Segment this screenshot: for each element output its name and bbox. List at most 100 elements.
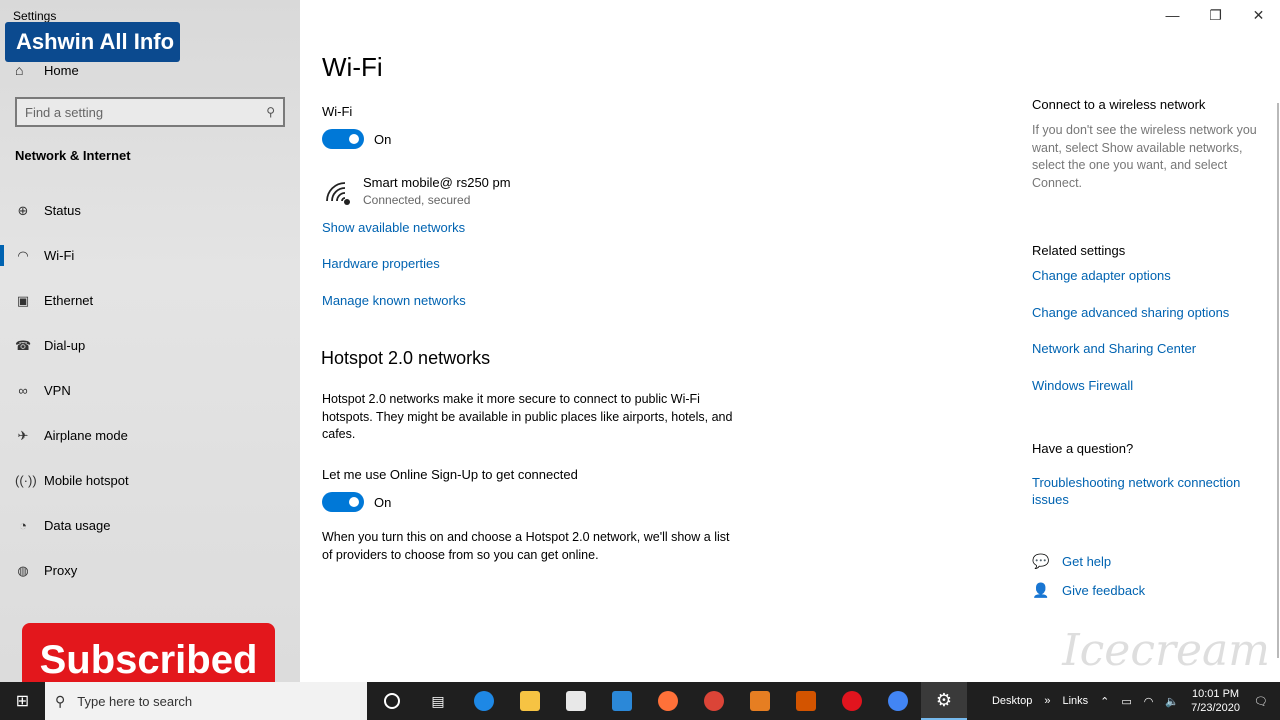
sidebar-item-label: Airplane mode bbox=[44, 428, 128, 443]
sidebar-item-dialup[interactable]: ☎ Dial-up bbox=[0, 323, 300, 368]
ethernet-icon: ▣ bbox=[16, 292, 30, 308]
online-signup-state: On bbox=[374, 495, 392, 510]
globe-icon: ◍ bbox=[17, 562, 29, 578]
sidebar-item-label: Dial-up bbox=[44, 338, 86, 353]
taskbar-apps: ▤ ⚙ bbox=[369, 682, 967, 720]
show-available-networks-link[interactable]: Show available networks bbox=[322, 220, 465, 235]
taskbar: ⊞ ⚲ Type here to search ▤ ⚙ Desktop » Li… bbox=[0, 682, 1280, 720]
search-icon: ⚲ bbox=[266, 105, 275, 119]
home-label: Home bbox=[44, 62, 79, 78]
get-help-link[interactable]: Get help bbox=[1062, 554, 1111, 569]
status-icon: ⊕ bbox=[17, 202, 29, 218]
online-signup-toggle[interactable] bbox=[322, 492, 364, 512]
vpn-icon: ∞ bbox=[18, 383, 28, 398]
search-input[interactable] bbox=[25, 104, 267, 120]
desktop-toolbar[interactable]: Desktop bbox=[992, 695, 1032, 707]
clock-time: 10:01 PM bbox=[1192, 688, 1240, 700]
firefox-icon[interactable] bbox=[645, 682, 691, 720]
sidebar-nav: ⊕ Status ◠ Wi-Fi ▣ Ethernet ☎ Dial-up ∞ … bbox=[0, 188, 300, 593]
close-icon[interactable]: ✕ bbox=[1237, 0, 1280, 30]
dialup-icon: ☎ bbox=[15, 337, 32, 353]
give-feedback-row[interactable]: 👤 Give feedback bbox=[1032, 582, 1145, 599]
app-orange-2-icon[interactable] bbox=[783, 682, 829, 720]
sidebar-item-data-usage[interactable]: ◔ Data usage bbox=[0, 503, 300, 548]
chrome-2-icon[interactable] bbox=[875, 682, 921, 720]
hardware-properties-link[interactable]: Hardware properties bbox=[322, 256, 440, 271]
chat-help-icon: 💬 bbox=[1032, 553, 1050, 569]
online-signup-label: Let me use Online Sign-Up to get connect… bbox=[322, 467, 578, 482]
network-name[interactable]: Smart mobile@ rs250 pm bbox=[363, 175, 511, 190]
taskbar-search-placeholder: Type here to search bbox=[77, 693, 193, 709]
sidebar-item-label: Mobile hotspot bbox=[44, 473, 129, 488]
wifi-settings-page: — ❐ ✕ Wi-Fi Wi-Fi On Smart mobile@ rs250… bbox=[300, 0, 1280, 682]
data-usage-icon: ◔ bbox=[19, 518, 27, 533]
store-icon[interactable] bbox=[553, 682, 599, 720]
section-title: Network & Internet bbox=[15, 148, 131, 163]
network-tray-icon[interactable]: ◠ bbox=[1144, 695, 1154, 708]
clock[interactable]: 10:01 PM 7/23/2020 bbox=[1191, 687, 1240, 715]
chevron-up-icon[interactable]: ⌃ bbox=[1100, 695, 1109, 708]
windows-start-icon[interactable]: ⊞ bbox=[0, 682, 45, 720]
notification-icon[interactable]: 🗨 bbox=[1254, 695, 1268, 708]
feedback-icon: 👤 bbox=[1032, 582, 1050, 598]
mail-icon[interactable] bbox=[599, 682, 645, 720]
sidebar-item-label: Wi-Fi bbox=[44, 248, 75, 263]
edge-icon[interactable] bbox=[461, 682, 507, 720]
sidebar-item-proxy[interactable]: ◍ Proxy bbox=[0, 548, 300, 593]
opera-icon[interactable] bbox=[829, 682, 875, 720]
manage-known-networks-link[interactable]: Manage known networks bbox=[322, 293, 466, 308]
sidebar-item-ethernet[interactable]: ▣ Ethernet bbox=[0, 278, 300, 323]
network-sharing-center-link[interactable]: Network and Sharing Center bbox=[1032, 341, 1196, 356]
system-tray: Desktop » Links ⌃ ▭ ◠ 🔈 10:01 PM 7/23/20… bbox=[992, 682, 1280, 720]
settings-sidebar: Settings Ashwin All Info ⌂ Home ⚲ Networ… bbox=[0, 0, 300, 697]
sidebar-item-wifi[interactable]: ◠ Wi-Fi bbox=[0, 233, 300, 278]
app-title: Settings bbox=[13, 9, 57, 23]
wifi-toggle-label: Wi-Fi bbox=[322, 104, 353, 119]
chrome-icon[interactable] bbox=[691, 682, 737, 720]
change-advanced-sharing-link[interactable]: Change advanced sharing options bbox=[1032, 305, 1229, 320]
restore-icon[interactable]: ❐ bbox=[1194, 0, 1237, 30]
sidebar-item-label: Status bbox=[44, 203, 81, 218]
wifi-icon: ◠ bbox=[17, 247, 29, 263]
taskbar-search[interactable]: ⚲ Type here to search bbox=[45, 682, 367, 720]
connect-heading: Connect to a wireless network bbox=[1032, 97, 1206, 112]
related-settings-heading: Related settings bbox=[1032, 243, 1126, 258]
sidebar-item-status[interactable]: ⊕ Status bbox=[0, 188, 300, 233]
file-explorer-icon[interactable] bbox=[507, 682, 553, 720]
links-toolbar[interactable]: Links bbox=[1062, 695, 1088, 707]
connect-text: If you don't see the wireless network yo… bbox=[1032, 123, 1257, 190]
change-adapter-options-link[interactable]: Change adapter options bbox=[1032, 268, 1171, 283]
sidebar-item-vpn[interactable]: ∞ VPN bbox=[0, 368, 300, 413]
settings-taskbar-icon[interactable]: ⚙ bbox=[921, 682, 967, 720]
cortana-icon[interactable] bbox=[369, 682, 415, 720]
troubleshooting-link[interactable]: Troubleshooting network connection issue… bbox=[1032, 474, 1262, 508]
channel-banner: Ashwin All Info bbox=[5, 22, 180, 62]
task-view-icon[interactable]: ▤ bbox=[415, 682, 461, 720]
sidebar-item-airplane[interactable]: ✈ Airplane mode bbox=[0, 413, 300, 458]
give-feedback-link[interactable]: Give feedback bbox=[1062, 583, 1145, 598]
wifi-toggle-state: On bbox=[374, 132, 392, 147]
clock-date: 7/23/2020 bbox=[1191, 702, 1241, 714]
search-icon: ⚲ bbox=[55, 692, 66, 709]
sidebar-item-label: Ethernet bbox=[44, 293, 94, 308]
question-heading: Have a question? bbox=[1032, 441, 1134, 456]
home-nav-item[interactable]: ⌂ Home bbox=[15, 60, 79, 80]
home-icon: ⌂ bbox=[15, 62, 24, 78]
minimize-icon[interactable]: — bbox=[1151, 0, 1194, 30]
volume-icon[interactable]: 🔈 bbox=[1165, 695, 1179, 708]
app-orange-icon[interactable] bbox=[737, 682, 783, 720]
sidebar-item-hotspot[interactable]: ((·)) Mobile hotspot bbox=[0, 458, 300, 503]
find-setting-search[interactable]: ⚲ bbox=[15, 97, 285, 127]
windows-firewall-link[interactable]: Windows Firewall bbox=[1032, 378, 1133, 393]
chevron-right-icon[interactable]: » bbox=[1044, 695, 1050, 707]
get-help-row[interactable]: 💬 Get help bbox=[1032, 553, 1111, 570]
wifi-toggle[interactable] bbox=[322, 129, 364, 149]
network-status: Connected, secured bbox=[363, 193, 471, 207]
airplane-icon: ✈ bbox=[17, 427, 29, 443]
battery-icon[interactable]: ▭ bbox=[1121, 695, 1131, 708]
hotspot-description: Hotspot 2.0 networks make it more secure… bbox=[322, 392, 733, 441]
page-title: Wi-Fi bbox=[322, 52, 383, 82]
scrollbar[interactable] bbox=[1277, 103, 1279, 658]
wifi-signal-icon bbox=[326, 182, 350, 205]
sidebar-item-label: Proxy bbox=[44, 563, 78, 578]
